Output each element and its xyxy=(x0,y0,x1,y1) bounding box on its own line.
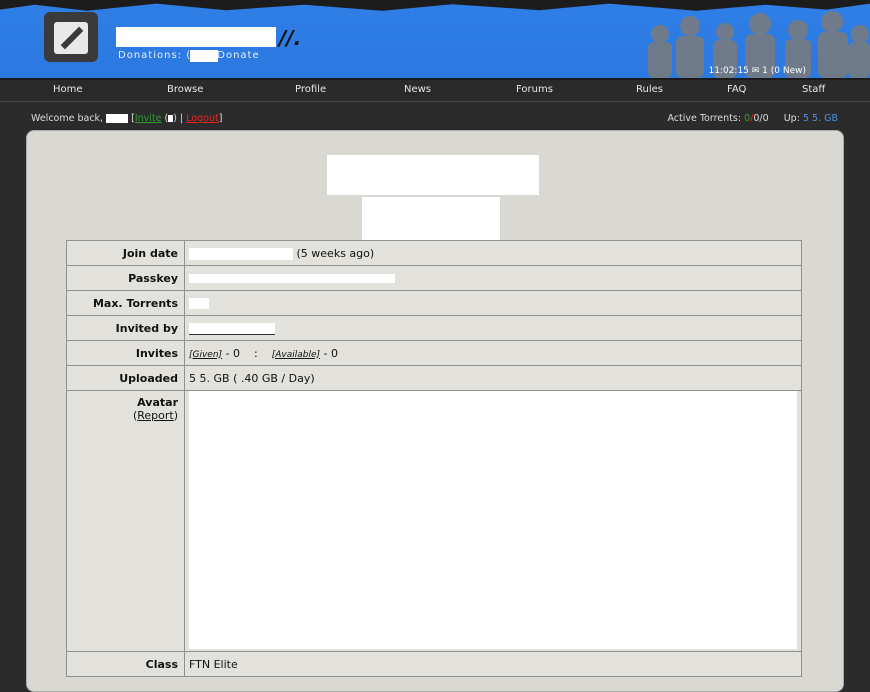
join-date-value: (5 weeks ago) xyxy=(184,240,802,266)
report-avatar-link[interactable]: Report xyxy=(137,409,173,422)
nav-home[interactable]: Home xyxy=(53,84,83,95)
logo-mark xyxy=(54,22,88,54)
site-header: //. Donations: ( ) // Donate 11:02:15 ✉ … xyxy=(0,0,870,80)
passkey-label: Passkey xyxy=(66,265,185,291)
avatar-cell xyxy=(184,390,802,652)
active-torrents-label: Active Torrents: xyxy=(667,113,742,124)
table-row: Uploaded 5 5. GB ( .40 GB / Day) xyxy=(66,365,802,391)
leeching-count: 0 xyxy=(753,113,760,124)
invited-by-label: Invited by xyxy=(66,315,185,341)
donations-link[interactable]: Donations: ( ) // Donate xyxy=(118,50,260,61)
table-row: Max. Torrents xyxy=(66,290,802,316)
profile-details-table: Join date (5 weeks ago) Passkey Max. Tor… xyxy=(66,240,802,677)
class-label: Class xyxy=(66,651,185,677)
welcome-text: Welcome back, xyxy=(31,113,104,124)
invite-link[interactable]: Invite xyxy=(135,113,162,124)
max-torrents-label: Max. Torrents xyxy=(66,290,185,316)
logout-link[interactable]: Logout xyxy=(186,113,219,124)
uploaded-label: Uploaded xyxy=(66,365,185,391)
nav-staff[interactable]: Staff xyxy=(802,84,825,95)
site-logo[interactable] xyxy=(44,12,98,62)
clock-and-messages[interactable]: 11:02:15 ✉ 1 (0 New) xyxy=(708,66,806,76)
max-torrents-value xyxy=(184,290,802,316)
max-torrents-redacted xyxy=(189,298,209,309)
inviter-redacted[interactable] xyxy=(189,322,275,335)
avatar-label-cell: Avatar (Report) xyxy=(66,390,185,652)
upload-value: 5 5. xyxy=(802,113,822,124)
join-date-relative: (5 weeks ago) xyxy=(296,246,375,260)
site-title-slashes: //. xyxy=(279,26,302,50)
table-row: Passkey xyxy=(66,265,802,291)
join-date-label: Join date xyxy=(66,240,185,266)
username-redacted[interactable] xyxy=(106,114,129,123)
invites-available-count: - 0 xyxy=(323,346,338,360)
invites-value: [Given] - 0 : [Available] - 0 xyxy=(184,340,802,366)
invites-label: Invites xyxy=(66,340,185,366)
upload-label: Up: xyxy=(783,113,800,124)
table-row: Class FTN Elite xyxy=(66,651,802,677)
passkey-value xyxy=(184,265,802,291)
torrent-stats: Active Torrents: 0/0/0 Up: 5 5. GB xyxy=(667,113,838,124)
passkey-redacted xyxy=(189,274,395,283)
invite-count-redacted xyxy=(168,115,174,122)
uploaded-value: 5 5. GB ( .40 GB / Day) xyxy=(184,365,802,391)
nav-rules[interactable]: Rules xyxy=(636,84,663,95)
upload-unit: GB xyxy=(824,113,838,124)
table-row: Avatar (Report) xyxy=(66,390,802,652)
other-count: 0 xyxy=(762,113,769,124)
nav-profile[interactable]: Profile xyxy=(295,84,326,95)
class-value: FTN Elite xyxy=(184,651,802,677)
table-row: Invited by xyxy=(66,315,802,341)
nav-faq[interactable]: FAQ xyxy=(727,84,746,95)
invites-given-count: - 0 xyxy=(225,346,241,360)
table-row: Join date (5 weeks ago) xyxy=(66,240,802,266)
user-title-redacted xyxy=(327,155,539,195)
avatar-image-redacted xyxy=(189,391,797,649)
invited-by-value[interactable] xyxy=(184,315,802,341)
welcome-bar: Welcome back, [Invite () | Logout] xyxy=(31,113,223,124)
uploaded-amount: 5 5. xyxy=(189,371,210,385)
avatar-label: Avatar xyxy=(137,396,178,409)
user-badge-redacted xyxy=(362,197,500,241)
invites-given-link[interactable]: [Given] xyxy=(189,350,222,360)
uploaded-rate: GB ( .40 GB / Day) xyxy=(213,371,315,385)
site-title-redacted xyxy=(116,27,276,47)
join-date-redacted xyxy=(189,247,293,260)
invites-available-link[interactable]: [Available] xyxy=(272,350,320,360)
nav-forums[interactable]: Forums xyxy=(516,84,553,95)
main-nav: Home Browse Profile News Forums Rules FA… xyxy=(0,80,870,102)
table-row: Invites [Given] - 0 : [Available] - 0 xyxy=(66,340,802,366)
nav-browse[interactable]: Browse xyxy=(167,84,203,95)
nav-news[interactable]: News xyxy=(404,84,431,95)
donations-redaction xyxy=(190,50,218,62)
